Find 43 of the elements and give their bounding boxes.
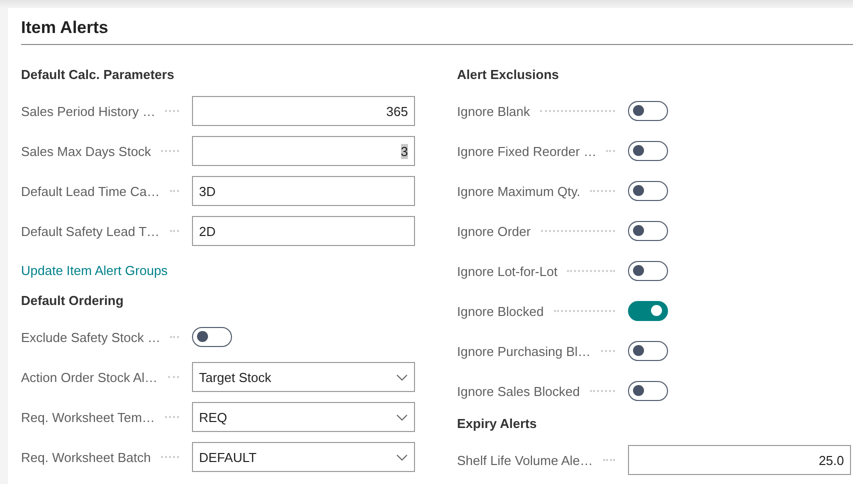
toggle-switch[interactable] [628, 141, 668, 161]
input-field[interactable]: 3D [192, 176, 415, 206]
chevron-down-icon [396, 454, 408, 460]
field-label: Ignore Order [457, 224, 531, 238]
field-label: Ignore Blocked [457, 304, 544, 318]
field-label: Sales Max Days Stock [21, 144, 152, 158]
dropdown-field[interactable]: DEFAULT [192, 442, 415, 472]
chevron-down-icon [396, 374, 408, 380]
section-heading: Expiry Alerts [457, 415, 538, 433]
toggle-switch[interactable] [628, 341, 668, 361]
field-label: Ignore Fixed Reorder … [457, 144, 596, 158]
toggle-switch[interactable] [628, 261, 668, 281]
toggle-switch[interactable] [628, 301, 668, 321]
input-field[interactable]: 365 [192, 96, 415, 126]
update-groups-link[interactable]: Update Item Alert Groups [21, 251, 168, 291]
dropdown-field[interactable]: Target Stock [192, 362, 415, 392]
field-label: Ignore Purchasing Bl… [457, 344, 591, 358]
toggle-switch[interactable] [628, 101, 668, 121]
section-heading: Default Calc. Parameters [21, 66, 176, 84]
input-field[interactable]: 25.0 [628, 445, 851, 475]
input-field[interactable]: 2D [192, 216, 415, 246]
input-field[interactable]: 3 [192, 136, 415, 166]
field-label: Sales Period History … [21, 104, 156, 118]
field-label: Ignore Sales Blocked [457, 384, 580, 398]
toggle-switch[interactable] [628, 381, 668, 401]
dropdown-field[interactable]: REQ [192, 402, 415, 432]
field-label: Exclude Safety Stock … [21, 330, 160, 344]
section-heading: Default Ordering [21, 292, 125, 310]
toggle-switch[interactable] [192, 327, 232, 347]
field-label: Default Safety Lead T… [21, 224, 160, 238]
chevron-down-icon [396, 414, 408, 420]
field-label: Ignore Lot-for-Lot [457, 264, 558, 278]
field-label: Default Lead Time Ca… [21, 184, 160, 198]
field-label: Shelf Life Volume Ale… [457, 452, 593, 468]
toggle-switch[interactable] [628, 221, 668, 241]
page-title: Item Alerts [21, 18, 110, 39]
field-label: Action Order Stock Al… [21, 370, 158, 384]
field-label: Req. Worksheet Tem… [21, 410, 155, 424]
section-heading: Alert Exclusions [457, 66, 560, 84]
field-label: Ignore Blank [457, 104, 530, 118]
field-label: Req. Worksheet Batch [21, 450, 151, 464]
field-label: Ignore Maximum Qty. [457, 184, 580, 198]
toggle-switch[interactable] [628, 181, 668, 201]
